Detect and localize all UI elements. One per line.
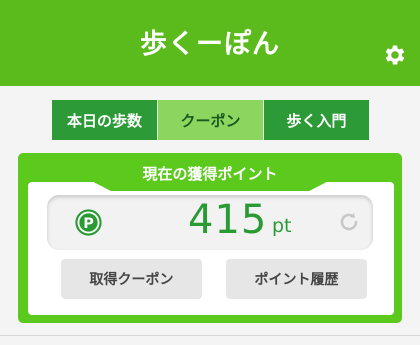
- points-unit: pt: [272, 215, 292, 237]
- svg-text:P: P: [83, 216, 94, 232]
- tab-walking-intro[interactable]: 歩く入門: [264, 100, 369, 140]
- tab-daily-steps[interactable]: 本日の歩数: [52, 100, 158, 140]
- acquired-coupons-button[interactable]: 取得クーポン: [61, 259, 202, 299]
- refresh-icon[interactable]: [336, 209, 362, 235]
- p-coin-icon: P: [75, 209, 102, 236]
- points-heading: 現在の獲得ポイント: [142, 165, 278, 183]
- tab-coupons[interactable]: クーポン: [158, 100, 264, 140]
- app-header: 歩くーぽん: [0, 0, 420, 86]
- gear-icon[interactable]: [382, 42, 408, 68]
- app-title: 歩くーぽん: [140, 29, 280, 60]
- tab-bar: 本日の歩数 クーポン 歩く入門: [52, 100, 369, 140]
- points-value: 415: [188, 197, 268, 243]
- point-history-button[interactable]: ポイント履歴: [226, 259, 367, 299]
